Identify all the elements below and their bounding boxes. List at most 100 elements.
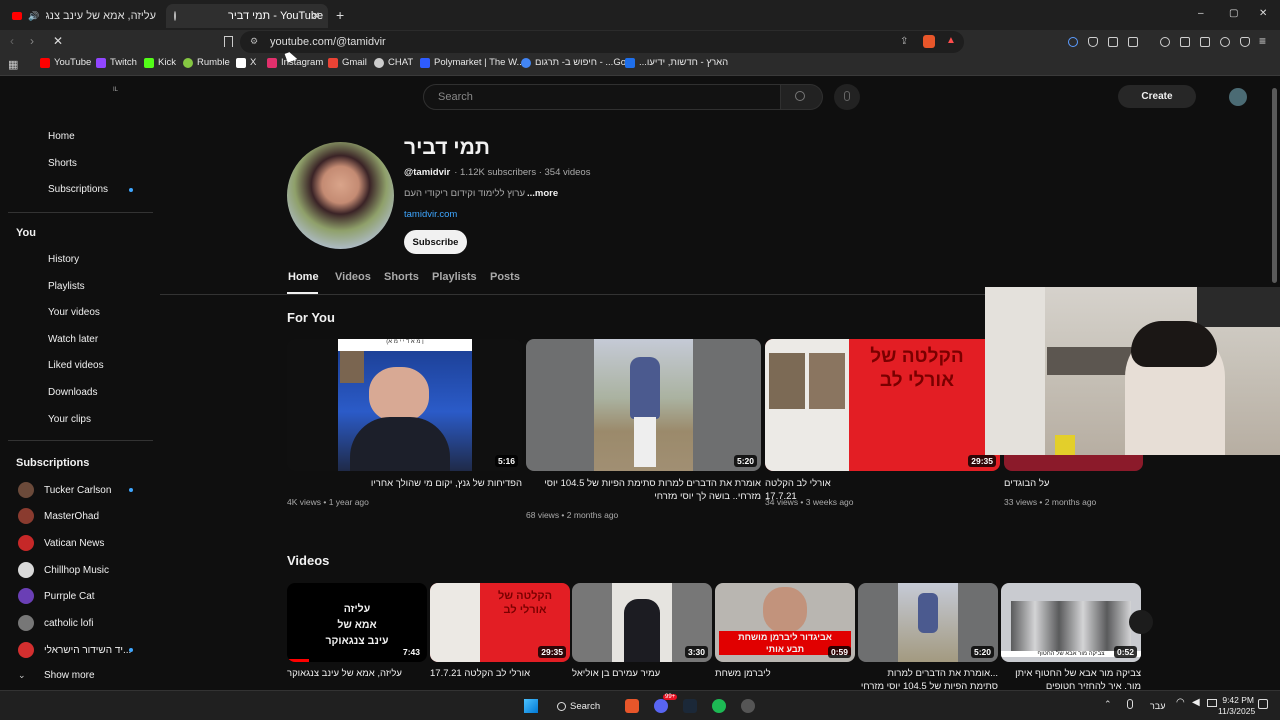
close-tab-icon[interactable]: ✕ <box>312 11 320 22</box>
sidebar-item-subscriptions[interactable]: Subscriptions <box>48 184 108 195</box>
volume-icon[interactable]: ◀ <box>1192 697 1200 708</box>
video-title[interactable]: אומרת את הדברים למרות סתימת הפיות של 104… <box>526 477 761 503</box>
channel-description[interactable]: ערוץ ללימוד וקידום ריקודי העם ...more <box>404 188 558 199</box>
bookmark-haaretz[interactable]: הארץ - חדשות, ידיעו... <box>625 57 728 68</box>
video-title[interactable]: ליברמן משחת <box>715 667 855 680</box>
bookmark-chat[interactable]: CHAT <box>374 57 413 68</box>
menu-icon[interactable]: ≡ <box>1259 34 1266 48</box>
video-title[interactable]: הפדיחות של גנץ, יקום מי שהולך אחריו <box>287 477 522 490</box>
video-thumbnail[interactable]: (ן מ א ד י י מ א 5:16 <box>287 339 522 471</box>
video-thumbnail[interactable]: צביקה מור אבא של החטוף 0:52 <box>1001 583 1141 662</box>
video-thumbnail[interactable]: 3:30 <box>572 583 712 662</box>
sidebar-item-watch-later[interactable]: Watch later <box>48 334 98 345</box>
close-window-button[interactable]: ✕ <box>1259 8 1267 19</box>
bookmark-polymarket[interactable]: Polymarket | The W... <box>420 57 524 68</box>
bookmark-kick[interactable]: Kick <box>144 57 176 68</box>
stop-loading-icon[interactable]: ✕ <box>53 34 63 48</box>
subscription-israeli-broadcast[interactable]: ...יד השידור הישראלי <box>18 642 131 658</box>
bookmark-gmail[interactable]: Gmail <box>328 57 367 68</box>
brave-shields-icon[interactable] <box>923 35 935 48</box>
sidebar-item-home[interactable]: Home <box>48 131 75 142</box>
create-button[interactable]: Create <box>1118 85 1196 108</box>
page-scrollbar[interactable] <box>1272 88 1277 283</box>
voice-search-button[interactable] <box>834 84 860 110</box>
apps-grid-icon[interactable]: ▦ <box>8 58 18 71</box>
video-title[interactable]: עמיר עמירם בן אוליאל <box>572 667 712 680</box>
more-link[interactable]: ...more <box>527 188 558 199</box>
chevron-up-icon[interactable]: ⌃ <box>1104 699 1112 710</box>
sidebar-subscriptions-header[interactable]: Subscriptions <box>16 457 89 469</box>
browser-tab-2[interactable]: YouTube - תמי דביר ✕ <box>166 4 328 28</box>
address-bar[interactable]: ⚙ youtube.com/@tamidvir ⇪ ▲ <box>240 31 964 53</box>
subscription-purrple-cat[interactable]: Purrple Cat <box>18 588 95 604</box>
steam-icon[interactable] <box>683 699 697 713</box>
subscription-chillhop-music[interactable]: Chillhop Music <box>18 562 109 578</box>
audio-icon[interactable]: 🔊 <box>28 11 39 22</box>
maximize-button[interactable]: ▢ <box>1229 8 1238 19</box>
vpn-shield-icon[interactable] <box>1088 37 1098 47</box>
music-icon[interactable] <box>1160 37 1170 47</box>
sidebar-item-liked-videos[interactable]: Liked videos <box>48 360 104 371</box>
video-thumbnail[interactable]: אביגדור ליברמן מושחת תבע אותי 0:59 <box>715 583 855 662</box>
bookmark-x[interactable]: X <box>236 57 256 68</box>
brave-vpn-icon[interactable] <box>1240 37 1250 47</box>
screenshot-icon[interactable] <box>1128 37 1138 47</box>
video-title[interactable]: ...אומרת את הדברים למרות סתימת הפיות של … <box>858 667 998 689</box>
microphone-icon[interactable] <box>1127 699 1133 709</box>
sidebar-toggle-icon[interactable] <box>1180 37 1190 47</box>
notifications-icon[interactable] <box>1258 699 1268 709</box>
language-indicator[interactable]: עבר <box>1150 701 1165 711</box>
video-title[interactable]: על הבוגדים <box>1004 477 1064 490</box>
video-thumbnail[interactable]: עליזה אמא של עינב צנגאוקר 7:43 <box>287 583 427 662</box>
video-title[interactable]: צביקה מור אבא של החטוף איתן מור, איך להח… <box>1001 667 1141 689</box>
wallet-icon[interactable] <box>1200 37 1210 47</box>
minimize-button[interactable]: – <box>1198 8 1204 19</box>
tab-playlists[interactable]: Playlists <box>432 271 477 283</box>
spotify-icon[interactable] <box>712 699 726 713</box>
sidebar-item-downloads[interactable]: Downloads <box>48 387 97 398</box>
sidebar-item-your-videos[interactable]: Your videos <box>48 307 100 318</box>
subscription-masterohad[interactable]: MasterOhad <box>18 508 99 524</box>
browser-tab-1[interactable]: 🔊 עליזה, אמא של עינב צנגאוקר <box>4 4 164 28</box>
carousel-next-button[interactable] <box>1129 610 1153 634</box>
battery-icon[interactable] <box>1207 699 1217 707</box>
extensions-icon[interactable] <box>1108 37 1118 47</box>
video-thumbnail[interactable]: הקלטה של אורלי לב 29:35 <box>765 339 1000 471</box>
tab-home[interactable]: Home <box>288 271 319 283</box>
app-icon[interactable] <box>741 699 755 713</box>
video-thumbnail[interactable]: 5:20 <box>858 583 998 662</box>
video-thumbnail[interactable]: הקלטה של אורלי לב 29:35 <box>430 583 570 662</box>
leo-ai-icon[interactable] <box>1220 37 1230 47</box>
sidebar-item-history[interactable]: History <box>48 254 79 265</box>
account-avatar[interactable] <box>1229 88 1247 106</box>
bookmark-youtube[interactable]: YouTube <box>40 57 91 68</box>
show-more-button[interactable]: ⌄ Show more <box>18 670 95 681</box>
sidebar-item-playlists[interactable]: Playlists <box>48 281 85 292</box>
forward-icon[interactable]: › <box>30 34 34 48</box>
video-thumbnail[interactable]: 5:20 <box>526 339 761 471</box>
tab-posts[interactable]: Posts <box>490 271 520 283</box>
bookmark-icon[interactable] <box>224 36 233 47</box>
sidebar-you-header[interactable]: You <box>16 227 36 239</box>
audio-extension-icon[interactable] <box>1068 37 1078 47</box>
tab-shorts[interactable]: Shorts <box>384 271 419 283</box>
wifi-icon[interactable]: ◠ <box>1176 697 1185 708</box>
clock[interactable]: 9:42 PM 11/3/2025 <box>1218 695 1255 717</box>
sidebar-item-your-clips[interactable]: Your clips <box>48 414 91 425</box>
share-icon[interactable]: ⇪ <box>900 36 908 47</box>
search-button[interactable] <box>781 84 823 110</box>
sidebar-item-shorts[interactable]: Shorts <box>48 158 77 169</box>
search-input[interactable]: Search <box>423 84 781 110</box>
subscription-tucker-carlson[interactable]: Tucker Carlson <box>18 482 111 498</box>
site-info-icon[interactable]: ⚙ <box>250 36 258 47</box>
tab-videos[interactable]: Videos <box>335 271 371 283</box>
bookmark-google-translate[interactable]: Go... - חיפוש ב- תרגום <box>521 57 626 68</box>
subscription-vatican-news[interactable]: Vatican News <box>18 535 104 551</box>
video-title[interactable]: עליזה, אמא של עינב צנגאוקר <box>287 667 427 680</box>
back-icon[interactable]: ‹ <box>10 34 14 48</box>
new-tab-button[interactable]: + <box>336 7 344 23</box>
brave-rewards-icon[interactable]: ▲ <box>946 35 956 46</box>
video-title[interactable]: אורלי לב הקלטה 17.7.21 <box>430 667 570 680</box>
channel-link[interactable]: tamidvir.com <box>404 209 457 220</box>
taskbar-search[interactable]: Search <box>557 695 607 717</box>
